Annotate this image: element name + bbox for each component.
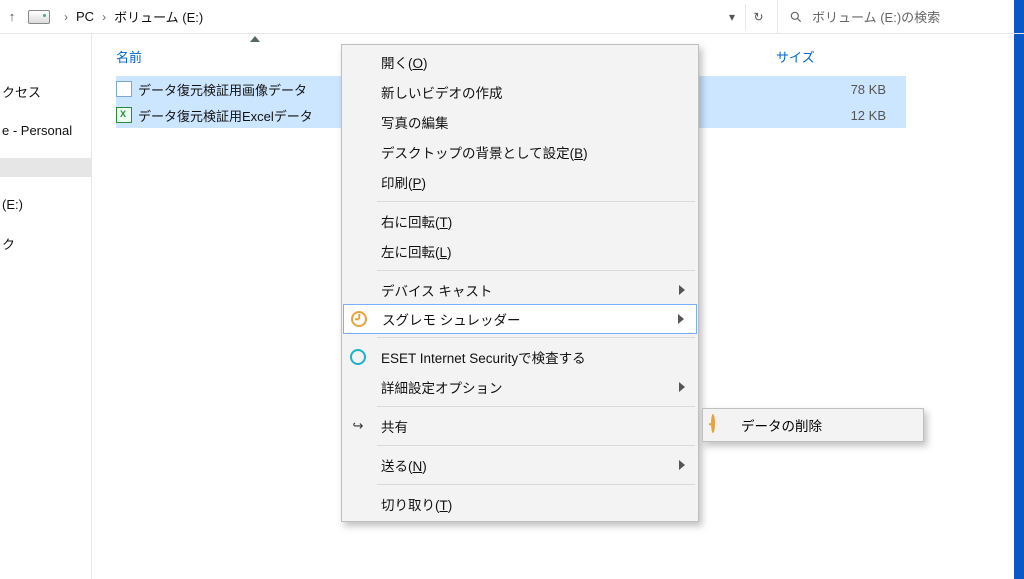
submenu-item-delete-data[interactable]: データの削除 — [741, 415, 822, 435]
menu-item-send-to[interactable]: 送る(N) — [343, 450, 697, 480]
sidebar-item-network[interactable]: ク — [0, 232, 91, 255]
breadcrumb-pc[interactable]: PC — [76, 9, 94, 24]
sort-ascending-icon — [250, 36, 260, 42]
menu-separator — [377, 406, 695, 407]
menu-separator — [377, 484, 695, 485]
nav-up-button[interactable]: ↑ — [0, 5, 24, 29]
sidebar-item-blank-selected[interactable] — [0, 158, 91, 177]
sidebar: クセス e - Personal (E:) ク — [0, 34, 92, 579]
menu-item-suguremo-shredder[interactable]: スグレモ シュレッダー — [343, 304, 697, 334]
submenu: データの削除 — [702, 408, 924, 442]
chevron-right-icon — [679, 382, 685, 392]
menu-item-edit-photo[interactable]: 写真の編集 — [343, 107, 697, 137]
column-header-size[interactable]: サイズ — [776, 34, 896, 66]
sidebar-item-onedrive[interactable]: e - Personal — [0, 121, 91, 140]
window-edge — [1014, 34, 1024, 579]
menu-separator — [377, 445, 695, 446]
chevron-right-icon: › — [56, 10, 76, 24]
dropdown-button[interactable]: ▾ — [719, 4, 745, 30]
drive-icon — [28, 10, 50, 24]
breadcrumb[interactable]: › PC › ボリューム (E:) — [56, 0, 203, 33]
file-name: データ復元検証用画像データ — [138, 80, 307, 99]
clock-icon — [350, 310, 368, 328]
refresh-button[interactable]: ↻ — [745, 4, 771, 30]
search-placeholder: ボリューム (E:)の検索 — [812, 7, 940, 26]
excel-file-icon — [116, 107, 132, 123]
menu-item-advanced-options[interactable]: 詳細設定オプション — [343, 372, 697, 402]
image-file-icon — [116, 81, 132, 97]
menu-separator — [377, 270, 695, 271]
search-input[interactable]: ボリューム (E:)の検索 — [778, 0, 1014, 33]
menu-item-open[interactable]: 開く(O) — [343, 47, 697, 77]
file-size: 78 KB — [776, 82, 886, 97]
file-size: 12 KB — [776, 108, 886, 123]
share-icon: ↪ — [349, 417, 367, 435]
menu-item-share[interactable]: ↪ 共有 — [343, 411, 697, 441]
menu-item-cast[interactable]: デバイス キャスト — [343, 275, 697, 305]
context-menu: 開く(O) 新しいビデオの作成 写真の編集 デスクトップの背景として設定(B) … — [341, 44, 699, 522]
menu-item-rotate-right[interactable]: 右に回転(T) — [343, 206, 697, 236]
search-icon — [788, 9, 804, 25]
file-name: データ復元検証用Excelデータ — [138, 106, 313, 125]
menu-separator — [377, 337, 695, 338]
clock-icon — [711, 416, 729, 434]
menu-item-rotate-left[interactable]: 左に回転(L) — [343, 236, 697, 266]
sidebar-item-volume-e[interactable]: (E:) — [0, 195, 91, 214]
window-edge — [1014, 0, 1024, 33]
sidebar-item-quick-access[interactable]: クセス — [0, 80, 91, 103]
menu-item-eset-scan[interactable]: ESET Internet Securityで検査する — [343, 342, 697, 372]
menu-item-new-video[interactable]: 新しいビデオの作成 — [343, 77, 697, 107]
menu-item-set-wallpaper[interactable]: デスクトップの背景として設定(B) — [343, 137, 697, 167]
menu-item-print[interactable]: 印刷(P) — [343, 167, 697, 197]
breadcrumb-volume[interactable]: ボリューム (E:) — [114, 7, 203, 26]
chevron-right-icon: › — [94, 10, 114, 24]
chevron-right-icon — [678, 314, 684, 324]
menu-separator — [377, 201, 695, 202]
chevron-right-icon — [679, 460, 685, 470]
menu-item-cut[interactable]: 切り取り(T) — [343, 489, 697, 519]
eset-icon — [349, 348, 367, 366]
chevron-right-icon — [679, 285, 685, 295]
